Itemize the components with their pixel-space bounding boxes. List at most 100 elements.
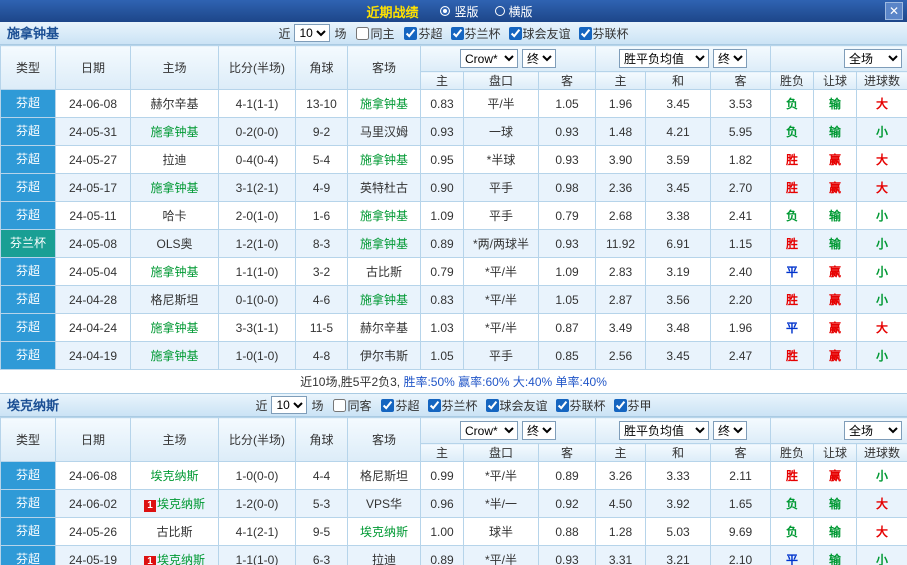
- checkbox[interactable]: [451, 27, 464, 40]
- avg-home-cell: 3.49: [596, 314, 646, 342]
- scope-select[interactable]: 全场: [844, 49, 902, 68]
- league-type-cell: 芬超: [1, 462, 56, 490]
- checkbox[interactable]: [509, 27, 522, 40]
- league-filter-checkbox[interactable]: 芬联杯: [550, 397, 606, 414]
- handicap-result-cell: 赢: [814, 342, 857, 370]
- team-name: 埃克纳斯: [7, 394, 59, 417]
- date-cell: 24-04-28: [56, 286, 131, 314]
- goals-cell: 小: [857, 286, 907, 314]
- league-filter-group: 芬超 芬兰杯 球会友谊 芬联杯 芬甲: [375, 397, 651, 414]
- checkbox[interactable]: [333, 399, 346, 412]
- score-cell: 4-1(2-1): [219, 518, 296, 546]
- away-team-name: 施拿钟基: [360, 293, 408, 307]
- match-count-select[interactable]: 10: [294, 24, 330, 42]
- table-row: 芬超 24-05-17 施拿钟基 3-1(2-1) 4-9 英特杜古 0.90 …: [1, 174, 907, 202]
- avg-final-select[interactable]: 终: [713, 421, 747, 440]
- checkbox[interactable]: [428, 399, 441, 412]
- score-cell: 1-1(1-0): [219, 258, 296, 286]
- corner-cell: 8-3: [296, 230, 348, 258]
- league-filter-checkbox[interactable]: 芬兰杯: [445, 25, 501, 42]
- col-header-result: 胜负: [771, 444, 814, 462]
- handicap-cell: *两/两球半: [464, 230, 539, 258]
- checkbox[interactable]: [579, 27, 592, 40]
- col-header-home: 主场: [131, 46, 219, 90]
- handicap-cell: *平/半: [464, 462, 539, 490]
- away-odds-cell: 0.98: [539, 174, 596, 202]
- result-cell: 负: [771, 490, 814, 518]
- home-odds-cell: 0.83: [421, 90, 464, 118]
- league-filter-label: 球会友谊: [523, 25, 571, 42]
- league-tag: 芬超: [1, 90, 55, 117]
- checkbox[interactable]: [556, 399, 569, 412]
- league-filter-checkbox[interactable]: 芬超: [375, 397, 419, 414]
- date-cell: 24-05-19: [56, 546, 131, 565]
- team-name: 施拿钟基: [7, 22, 59, 45]
- col-header-odds-home: 主: [421, 72, 464, 90]
- red-card-badge: 1: [144, 500, 156, 512]
- checkbox[interactable]: [381, 399, 394, 412]
- result-cell: 胜: [771, 342, 814, 370]
- table-row: 芬兰杯 24-05-08 OLS奥 1-2(1-0) 8-3 施拿钟基 0.89…: [1, 230, 907, 258]
- score-cell: 1-2(0-0): [219, 490, 296, 518]
- checkbox[interactable]: [356, 27, 369, 40]
- same-venue-checkbox[interactable]: 同客: [327, 397, 371, 414]
- score-cell: 0-4(0-4): [219, 146, 296, 174]
- table-row: 芬超 24-05-26 古比斯 4-1(2-1) 9-5 埃克纳斯 1.00 球…: [1, 518, 907, 546]
- odds-company-select[interactable]: Crow*: [460, 49, 518, 68]
- home-odds-cell: 1.09: [421, 202, 464, 230]
- avg-group-header: 胜平负均值 终: [596, 418, 771, 444]
- match-count-select[interactable]: 10: [271, 396, 307, 414]
- result-cell: 平: [771, 314, 814, 342]
- odds-final-select[interactable]: 终: [522, 421, 556, 440]
- league-filter-checkbox[interactable]: 芬甲: [608, 397, 652, 414]
- scope-select[interactable]: 全场: [844, 421, 902, 440]
- league-filter-checkbox[interactable]: 球会友谊: [503, 25, 571, 42]
- away-odds-cell: 0.79: [539, 202, 596, 230]
- league-filter-checkbox[interactable]: 球会友谊: [480, 397, 548, 414]
- league-filter-checkbox[interactable]: 芬超: [398, 25, 442, 42]
- same-venue-checkbox[interactable]: 同主: [350, 25, 394, 42]
- league-filter-checkbox[interactable]: 芬兰杯: [422, 397, 478, 414]
- checkbox[interactable]: [614, 399, 627, 412]
- layout-radio-vertical[interactable]: 竖版: [440, 3, 478, 20]
- summary-part: 大:40%: [513, 375, 556, 389]
- league-type-cell: 芬超: [1, 286, 56, 314]
- avg-draw-cell: 4.21: [646, 118, 711, 146]
- filter-bar: 近 10 场 同客 芬超 芬兰杯 球会友谊 芬联杯 芬甲: [255, 396, 651, 414]
- radio-icon[interactable]: [440, 6, 450, 16]
- league-filter-checkbox[interactable]: 芬联杯: [573, 25, 629, 42]
- section-team-bar: 埃克纳斯 近 10 场 同客 芬超 芬兰杯 球会友谊 芬联杯: [0, 394, 907, 417]
- avg-home-cell: 3.26: [596, 462, 646, 490]
- col-header-avg-away: 客: [711, 72, 771, 90]
- near-label: 近: [278, 25, 290, 42]
- odds-final-select[interactable]: 终: [522, 49, 556, 68]
- league-type-cell: 芬超: [1, 314, 56, 342]
- avg-home-cell: 1.48: [596, 118, 646, 146]
- date-cell: 24-06-02: [56, 490, 131, 518]
- avg-away-cell: 2.20: [711, 286, 771, 314]
- odds-group-header: Crow* 终: [421, 46, 596, 72]
- odds-company-select[interactable]: Crow*: [460, 421, 518, 440]
- col-header-score: 比分(半场): [219, 418, 296, 462]
- home-odds-cell: 0.83: [421, 286, 464, 314]
- handicap-result-cell: 输: [814, 546, 857, 565]
- same-venue-label: 同客: [347, 397, 371, 414]
- avg-final-select[interactable]: 终: [713, 49, 747, 68]
- corner-cell: 1-6: [296, 202, 348, 230]
- close-button[interactable]: ✕: [885, 2, 903, 20]
- handicap-cell: *平/半: [464, 314, 539, 342]
- radio-icon[interactable]: [495, 6, 505, 16]
- checkbox[interactable]: [404, 27, 417, 40]
- avg-select[interactable]: 胜平负均值: [619, 421, 709, 440]
- avg-away-cell: 5.95: [711, 118, 771, 146]
- page-title: 近期战绩: [366, 2, 418, 21]
- checkbox[interactable]: [486, 399, 499, 412]
- avg-home-cell: 1.28: [596, 518, 646, 546]
- league-tag: 芬超: [1, 518, 55, 545]
- col-header-avg-draw: 和: [646, 72, 711, 90]
- away-team-name: 拉迪: [372, 553, 396, 565]
- avg-select[interactable]: 胜平负均值: [619, 49, 709, 68]
- layout-radio-horizontal[interactable]: 横版: [495, 3, 533, 20]
- home-team-cell: 拉迪: [131, 146, 219, 174]
- avg-away-cell: 1.96: [711, 314, 771, 342]
